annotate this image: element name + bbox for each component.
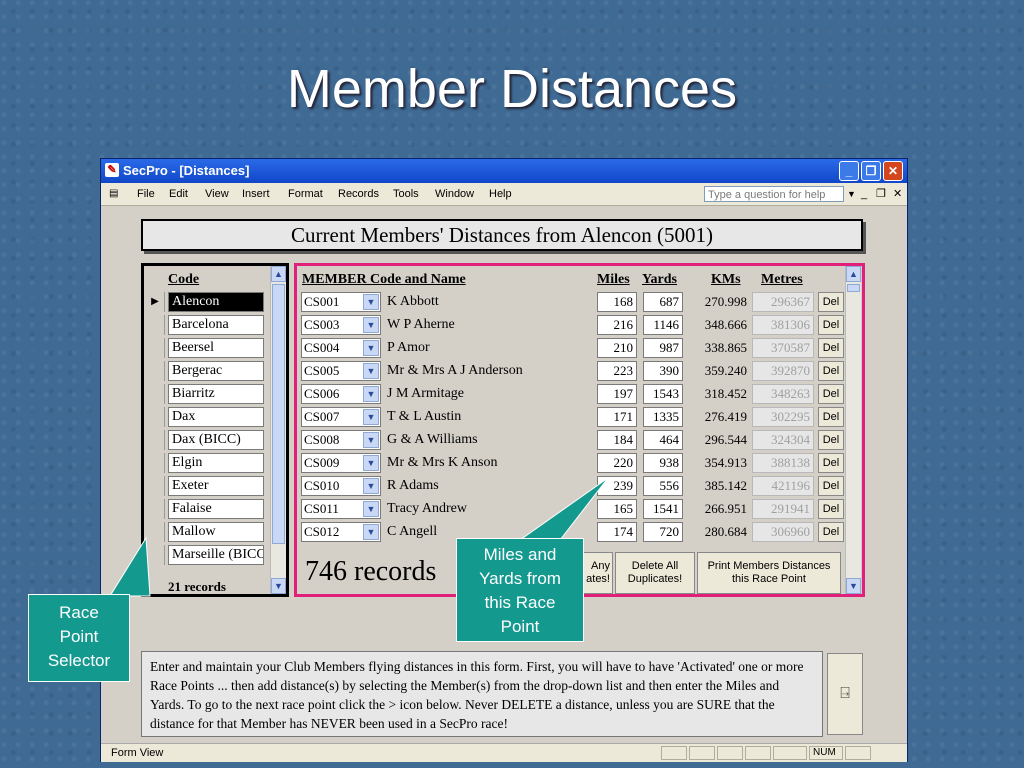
miles-pointer xyxy=(518,477,609,541)
miles-yards-callout: Miles and Yards from this Race Point xyxy=(456,538,584,642)
callout-pointers xyxy=(109,477,609,597)
race-point-pointer xyxy=(109,536,151,597)
race-point-callout: Race Point Selector xyxy=(28,594,130,682)
